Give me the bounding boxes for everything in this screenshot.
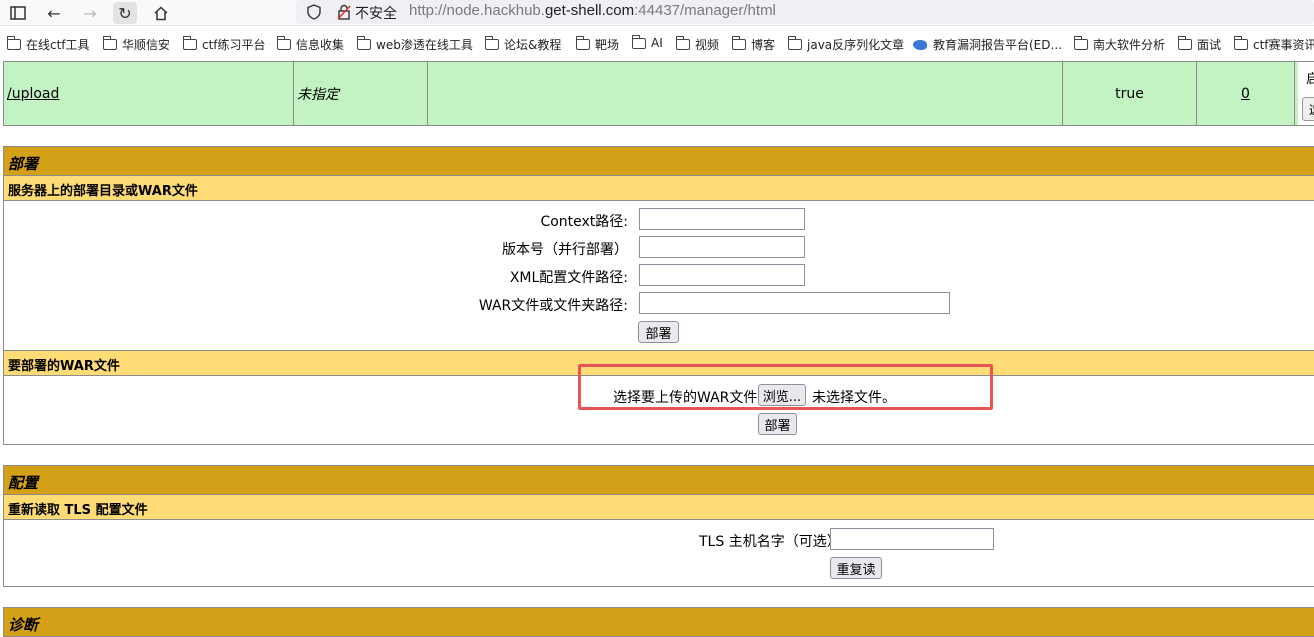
- deploy-title: 部署: [4, 147, 1314, 176]
- version-label: 版本号（并行部署）: [502, 242, 628, 258]
- bookmark-item[interactable]: 视频: [676, 36, 719, 53]
- war-path-label: WAR文件或文件夹路径:: [478, 298, 628, 314]
- command-button[interactable]: 这: [1302, 97, 1314, 121]
- tls-reload-form: TLS 主机名字（可选） 重复读: [4, 520, 1314, 586]
- folder-icon: [103, 36, 117, 50]
- bookmark-item[interactable]: 南大软件分析: [1074, 36, 1165, 53]
- folder-icon: [357, 36, 371, 50]
- config-title: 配置: [4, 466, 1314, 495]
- config-section: 配置 重新读取 TLS 配置文件 TLS 主机名字（可选） 重复读: [3, 465, 1314, 587]
- app-description-cell: [428, 62, 1063, 125]
- folder-icon: [1074, 36, 1088, 50]
- url-text[interactable]: http://node.hackhub.get-shell.com:44437/…: [409, 2, 776, 19]
- sidebar-toggle-icon[interactable]: [6, 2, 30, 24]
- reload-icon[interactable]: ↻: [113, 2, 137, 24]
- folder-icon: [1178, 36, 1192, 50]
- start-label: 启: [1306, 72, 1314, 87]
- folder-icon: [7, 36, 21, 50]
- server-deploy-subtitle: 服务器上的部署目录或WAR文件: [4, 176, 1314, 201]
- folder-icon: [485, 36, 499, 50]
- insecure-lock-icon[interactable]: [332, 1, 356, 23]
- insecure-label[interactable]: 不安全: [355, 3, 397, 23]
- folder-icon: [632, 34, 646, 49]
- war-path-input[interactable]: [639, 292, 950, 314]
- folder-icon: [183, 36, 197, 50]
- forward-arrow-icon[interactable]: →: [78, 2, 102, 24]
- context-path-label: Context路径:: [540, 214, 628, 230]
- tls-reload-subtitle: 重新读取 TLS 配置文件: [4, 495, 1314, 520]
- address-bar[interactable]: 不安全 http://node.hackhub.get-shell.com:44…: [296, 0, 1314, 24]
- folder-icon: [732, 36, 746, 50]
- bookmark-item[interactable]: 博客: [732, 36, 775, 53]
- bookmark-item[interactable]: 教育漏洞报告平台(ED...: [913, 36, 1062, 53]
- server-deploy-form: Context路径: 版本号（并行部署） XML配置文件路径: WAR文件或文件…: [4, 201, 1314, 351]
- bookmarks-bar: 在线ctf工具 华顺信安 ctf练习平台 信息收集 web渗透在线工具 论坛&教…: [0, 34, 1314, 56]
- app-path-link[interactable]: /upload: [7, 86, 59, 102]
- folder-icon: [676, 36, 690, 50]
- highlight-box: [578, 364, 993, 410]
- app-display-name: 未指定: [294, 62, 428, 125]
- bookmark-item[interactable]: 华顺信安: [103, 36, 170, 53]
- folder-icon: [277, 36, 291, 50]
- xml-config-input[interactable]: [639, 264, 805, 286]
- app-sessions-link[interactable]: 0: [1241, 86, 1250, 102]
- context-path-input[interactable]: [639, 208, 805, 230]
- bookmark-item[interactable]: 在线ctf工具: [7, 36, 90, 53]
- tls-hostname-label: TLS 主机名字（可选）: [699, 534, 841, 550]
- version-input[interactable]: [639, 236, 805, 258]
- diagnostics-section: 诊断: [3, 607, 1314, 637]
- folder-icon: [788, 36, 802, 50]
- folder-icon: [576, 36, 590, 50]
- shield-icon[interactable]: [302, 1, 326, 23]
- bookmark-item[interactable]: 面试: [1178, 36, 1221, 53]
- bookmark-item[interactable]: ctf赛事资讯: [1234, 36, 1314, 53]
- diagnostics-title: 诊断: [4, 608, 1314, 637]
- app-commands-cell: 启 这: [1298, 62, 1314, 125]
- reread-button[interactable]: 重复读: [830, 557, 882, 579]
- back-arrow-icon[interactable]: ←: [42, 2, 66, 24]
- xml-config-label: XML配置文件路径:: [509, 270, 628, 286]
- browser-toolbar: ← → ↻ 不安全 http://node.hackhub.get-shell.…: [0, 0, 1314, 26]
- bookmark-item[interactable]: AI: [632, 34, 663, 50]
- bird-logo-icon: [913, 39, 927, 50]
- bookmark-item[interactable]: 信息收集: [277, 36, 344, 53]
- app-sessions-cell: 0: [1197, 62, 1295, 125]
- bookmark-item[interactable]: java反序列化文章: [788, 36, 904, 53]
- app-running-status: true: [1063, 62, 1197, 125]
- home-icon[interactable]: [149, 2, 173, 24]
- application-row: /upload 未指定 true 0 启 这: [3, 61, 1314, 126]
- bookmark-item[interactable]: 论坛&教程: [485, 36, 561, 53]
- deploy-directory-button[interactable]: 部署: [638, 321, 679, 343]
- app-path-cell: /upload: [4, 62, 294, 125]
- bookmark-item[interactable]: ctf练习平台: [183, 36, 266, 53]
- tls-hostname-input[interactable]: [830, 528, 994, 550]
- deploy-war-button[interactable]: 部署: [758, 413, 797, 435]
- bookmark-item[interactable]: 靶场: [576, 36, 619, 53]
- folder-icon: [1234, 36, 1248, 50]
- bookmark-item[interactable]: web渗透在线工具: [357, 36, 473, 53]
